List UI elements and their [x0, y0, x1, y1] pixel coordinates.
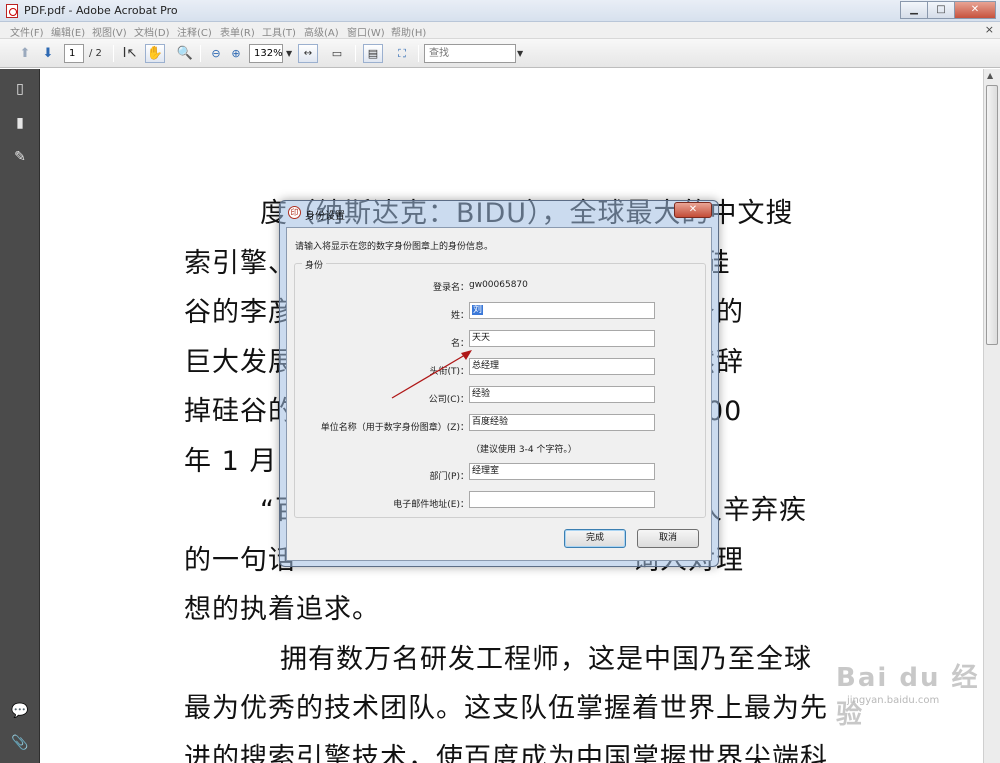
full-screen-icon[interactable]: ⛶ [392, 44, 412, 63]
title-field[interactable]: 总经理 [469, 358, 655, 375]
zoom-out-icon[interactable]: ⊖ [206, 44, 226, 63]
surname-field[interactable]: 刘 [469, 302, 655, 319]
find-dropdown-icon[interactable]: ▼ [517, 44, 523, 63]
menu-document[interactable]: 文档(D) [134, 24, 170, 39]
identity-group: 身份 登录名： gw00065870 姓： 刘 名： 天天 头衔(T)： 总经理… [294, 258, 706, 518]
comments-icon[interactable]: 💬 [11, 701, 29, 721]
unit-name-hint: （建议使用 3-4 个字符。） [471, 445, 577, 455]
login-name-value: gw00065870 [469, 280, 528, 290]
zoom-dropdown-icon[interactable]: ▼ [286, 44, 292, 63]
company-label: 公司(C)： [428, 395, 469, 405]
window-title: PDF.pdf - Adobe Acrobat Pro [24, 4, 178, 17]
dialog-title: 身份设置 [305, 211, 345, 222]
scroll-up-icon[interactable]: ▲ [987, 71, 993, 80]
menu-tools[interactable]: 工具(T) [262, 24, 296, 39]
find-input[interactable]: 查找 [424, 44, 516, 63]
pdf-file-icon [6, 4, 18, 18]
surname-label: 姓： [450, 311, 469, 321]
document-line: 进的搜索引擎技术，使百度成为中国掌握世界尖端科 [184, 742, 828, 763]
minimize-icon[interactable]: ▁ [900, 1, 928, 19]
department-field[interactable]: 经理室 [469, 463, 655, 480]
menu-help[interactable]: 帮助(H) [391, 24, 426, 39]
acrobat-icon: 印 [288, 206, 301, 219]
previous-page-icon[interactable]: ⬆ [15, 44, 35, 63]
document-close-icon[interactable]: × [985, 23, 994, 36]
toolbar-separator [200, 45, 201, 62]
email-label: 电子邮件地址(E)： [393, 500, 469, 510]
fit-width-icon[interactable]: ↔ [298, 44, 318, 63]
page-total: / 2 [89, 48, 102, 59]
pages-icon[interactable]: ▯ [11, 79, 29, 99]
zoom-level-input[interactable]: 132% [249, 44, 283, 63]
menu-file[interactable]: 文件(F) [10, 24, 44, 39]
menu-comments[interactable]: 注释(C) [177, 24, 212, 39]
toolbar-separator [113, 45, 114, 62]
email-field[interactable] [469, 491, 655, 508]
window-titlebar: PDF.pdf - Adobe Acrobat Pro ▁ □ ✕ [0, 0, 1000, 22]
maximize-icon[interactable]: □ [927, 1, 955, 19]
document-line: 拥有数万名研发工程师，这是中国乃至全球 [280, 643, 812, 675]
single-page-icon[interactable]: ▤ [363, 44, 383, 63]
unit-name-label: 单位名称（用于数字身份图章）(Z)： [320, 423, 469, 433]
menu-edit[interactable]: 编辑(E) [51, 24, 85, 39]
document-line: 想的执着追求。 [184, 594, 380, 625]
navigation-panel: ▯ ▮ ✎ 💬 📎 [0, 69, 40, 763]
select-tool-icon[interactable]: I↖ [120, 44, 140, 63]
toolbar-separator [418, 45, 419, 62]
fit-page-icon[interactable]: ▭ [327, 44, 347, 63]
menu-forms[interactable]: 表单(R) [220, 24, 255, 39]
identity-group-label: 身份 [302, 258, 327, 271]
main-toolbar: ⬆ ⬇ 1 / 2 I↖ ✋ 🔍 ⊖ ⊕ 132% ▼ ↔ ▭ ▤ ⛶ 查找 ▼ [0, 39, 1000, 68]
given-name-field[interactable]: 天天 [469, 330, 655, 347]
window-controls: ▁ □ ✕ [900, 1, 996, 19]
zoom-in-icon[interactable]: ⊕ [226, 44, 246, 63]
watermark-url: jingyan.baidu.com [847, 695, 940, 706]
cancel-button[interactable]: 取消 [637, 529, 699, 548]
unit-name-field[interactable]: 百度经验 [469, 414, 655, 431]
menu-advanced[interactable]: 高级(A) [304, 24, 339, 39]
login-name-label: 登录名： [432, 283, 469, 293]
close-icon[interactable]: ✕ [954, 1, 996, 19]
marquee-zoom-icon[interactable]: 🔍 [175, 44, 195, 63]
toolbar-separator [355, 45, 356, 62]
document-line: 最为优秀的技术团队。这支队伍掌握着世界上最为先 [184, 693, 828, 724]
vertical-scrollbar[interactable]: ▲ [983, 69, 1000, 763]
dialog-titlebar: 印 身份设置 ✕ [280, 201, 718, 225]
dialog-instruction: 请输入将显示在您的数字身份图章上的身份信息。 [295, 242, 494, 252]
bookmarks-icon[interactable]: ▮ [11, 113, 29, 133]
title-label: 头衔(T)： [429, 367, 469, 377]
given-name-label: 名： [450, 339, 469, 349]
menu-window[interactable]: 窗口(W) [347, 24, 385, 39]
hand-tool-icon[interactable]: ✋ [145, 44, 165, 63]
dialog-close-button[interactable]: ✕ [674, 202, 712, 218]
signatures-icon[interactable]: ✎ [11, 147, 29, 167]
department-label: 部门(P)： [429, 472, 469, 482]
surname-value: 刘 [472, 305, 484, 315]
identity-setup-dialog: 印 身份设置 ✕ 请输入将显示在您的数字身份图章上的身份信息。 身份 登录名： … [279, 200, 719, 567]
menu-view[interactable]: 视图(V) [92, 24, 127, 39]
ok-button[interactable]: 完成 [564, 529, 626, 548]
attachments-icon[interactable]: 📎 [11, 733, 29, 753]
company-field[interactable]: 经验 [469, 386, 655, 403]
dialog-body: 请输入将显示在您的数字身份图章上的身份信息。 身份 登录名： gw0006587… [286, 227, 712, 561]
next-page-icon[interactable]: ⬇ [38, 44, 58, 63]
menu-bar: 文件(F) 编辑(E) 视图(V) 文档(D) 注释(C) 表单(R) 工具(T… [0, 22, 1000, 39]
scrollbar-thumb[interactable] [986, 85, 998, 345]
page-number-input[interactable]: 1 [64, 44, 84, 63]
baidu-jingyan-watermark: Bai du 经验 [836, 663, 980, 730]
